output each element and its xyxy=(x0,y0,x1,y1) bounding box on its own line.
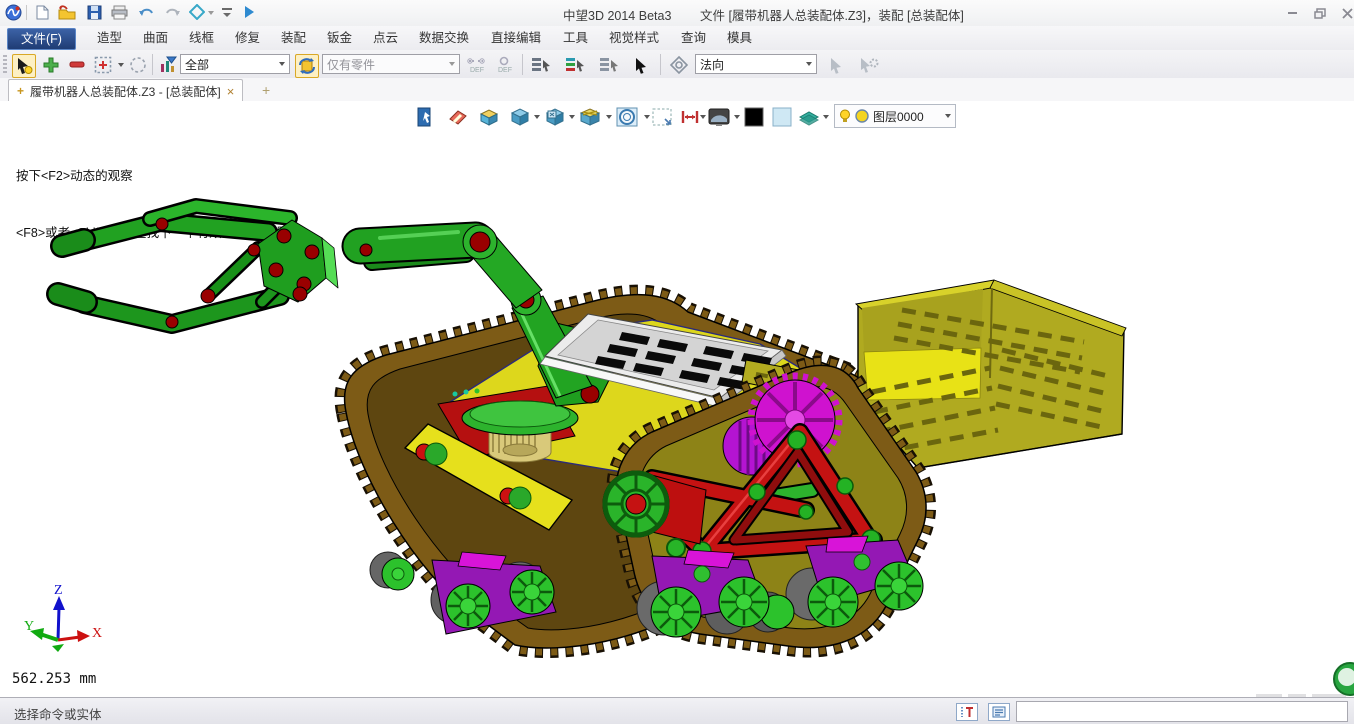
svg-text:DEF: DEF xyxy=(498,67,512,74)
navigate-caret-icon[interactable] xyxy=(208,11,214,15)
assembly-3d-model[interactable]: Z X Y xyxy=(0,101,1354,697)
close-button[interactable] xyxy=(1337,6,1354,20)
tab-repair[interactable]: 修复 xyxy=(222,28,273,48)
axis-y-label: Y xyxy=(24,619,34,634)
input-prompt-icon[interactable] xyxy=(956,703,978,721)
print-icon[interactable] xyxy=(110,3,128,21)
toolbar-grip[interactable] xyxy=(3,55,7,74)
command-log-icon[interactable] xyxy=(988,703,1010,721)
axis-x-label: X xyxy=(92,626,102,641)
app-title: 中望3D 2014 Beta3 xyxy=(563,5,671,24)
toolbar-separator xyxy=(152,54,153,75)
filter-icon[interactable] xyxy=(157,54,179,76)
lasso-select-icon[interactable] xyxy=(127,54,149,76)
axis-z-label: Z xyxy=(54,583,63,598)
titlebar-separator xyxy=(26,5,27,20)
pick-from-list-icon[interactable] xyxy=(530,54,552,76)
undo-icon[interactable] xyxy=(137,3,155,21)
snap-def-icon[interactable]: DEF xyxy=(465,54,487,76)
gripper-claw[interactable] xyxy=(58,206,338,328)
toolbar-separator xyxy=(660,54,661,75)
tab-tools[interactable]: 工具 xyxy=(550,28,601,48)
new-tab-icon[interactable]: + xyxy=(262,82,270,98)
title-bar: 中望3D 2014 Beta3 文件 [履带机器人总装配体.Z3]，装配 [总装… xyxy=(0,0,1354,27)
document-title: 文件 [履带机器人总装配体.Z3]，装配 [总装配体] xyxy=(700,5,964,24)
reorient-icon[interactable] xyxy=(668,54,690,76)
play-icon[interactable] xyxy=(240,3,258,21)
pick-all-cursor-icon[interactable] xyxy=(630,54,652,76)
pick-from-list-color-icon[interactable] xyxy=(564,54,586,76)
restore-button[interactable] xyxy=(1310,6,1330,20)
pick-box-caret-icon[interactable] xyxy=(118,63,124,67)
customize-quickbar-icon[interactable] xyxy=(218,3,236,21)
app-window: 中望3D 2014 Beta3 文件 [履带机器人总装配体.Z3]，装配 [总装… xyxy=(0,0,1354,724)
orientation-combobox[interactable]: 法向 xyxy=(695,54,817,74)
document-tab-label: 履带机器人总装配体.Z3 - [总装配体] xyxy=(30,83,221,100)
snap-def2-icon[interactable]: DEF xyxy=(493,54,515,76)
pick-last-icon[interactable] xyxy=(598,54,620,76)
menu-bar: 文件(F) 造型 曲面 线框 修复 装配 钣金 点云 数据交换 直接编辑 工具 … xyxy=(0,26,1354,51)
graphics-viewport[interactable]: 图层0000 按下<F2>动态的观察 <F8>或者<Shift-roll> 查找… xyxy=(0,101,1354,697)
redo-icon[interactable] xyxy=(163,3,181,21)
pick-settings-cursor-icon[interactable] xyxy=(858,54,880,76)
status-message: 选择命令或实体 xyxy=(14,704,102,723)
tab-assembly[interactable]: 装配 xyxy=(268,28,319,48)
tab-surface[interactable]: 曲面 xyxy=(130,28,181,48)
tab-close-icon[interactable]: × xyxy=(227,84,235,99)
tab-file[interactable]: 文件(F) xyxy=(7,28,76,50)
entity-scope-value: 仅有零件 xyxy=(327,56,375,73)
pick-scope-icon[interactable] xyxy=(295,54,319,78)
assistant-badge[interactable] xyxy=(1334,663,1354,695)
tab-dataexchange[interactable]: 数据交换 xyxy=(406,28,482,48)
tab-visualstyle[interactable]: 视觉样式 xyxy=(596,28,672,48)
app-logo-icon xyxy=(4,3,22,21)
svg-text:DEF: DEF xyxy=(470,67,484,74)
orientation-value: 法向 xyxy=(700,56,724,73)
pick-box-icon[interactable] xyxy=(92,54,114,76)
pick-cursor-icon[interactable] xyxy=(12,54,36,78)
filter-type-combobox[interactable]: 全部 xyxy=(180,54,290,74)
tab-mold[interactable]: 模具 xyxy=(714,28,765,48)
tab-pointcloud[interactable]: 点云 xyxy=(360,28,411,48)
tab-menu-icon[interactable]: + xyxy=(17,84,24,98)
entity-scope-combobox[interactable]: 仅有零件 xyxy=(322,54,460,74)
axis-triad: Z X Y xyxy=(24,583,102,652)
status-input-field[interactable] xyxy=(1016,701,1348,722)
document-tab-bar: + 履带机器人总装配体.Z3 - [总装配体] × + xyxy=(0,78,1354,102)
status-bar: 选择命令或实体 xyxy=(0,697,1354,724)
tab-inquire[interactable]: 查询 xyxy=(668,28,719,48)
coordinate-readout: 562.253 mm xyxy=(12,671,96,687)
document-tab[interactable]: + 履带机器人总装配体.Z3 - [总装配体] × xyxy=(8,79,243,102)
view-navigate-icon[interactable] xyxy=(188,3,206,21)
tab-directedit[interactable]: 直接编辑 xyxy=(478,28,554,48)
new-document-icon[interactable] xyxy=(33,3,51,21)
save-icon[interactable] xyxy=(85,3,103,21)
pick-filter-cursor-icon[interactable] xyxy=(826,54,848,76)
filter-type-value: 全部 xyxy=(185,56,209,73)
add-select-icon[interactable] xyxy=(40,54,62,76)
tab-sheetmetal[interactable]: 钣金 xyxy=(314,28,365,48)
minimize-button[interactable] xyxy=(1282,6,1302,20)
open-file-icon[interactable] xyxy=(58,3,76,21)
tab-wireframe[interactable]: 线框 xyxy=(176,28,227,48)
toolbar-separator xyxy=(522,54,523,75)
tab-shape[interactable]: 造型 xyxy=(84,28,135,48)
remove-select-icon[interactable] xyxy=(66,54,88,76)
